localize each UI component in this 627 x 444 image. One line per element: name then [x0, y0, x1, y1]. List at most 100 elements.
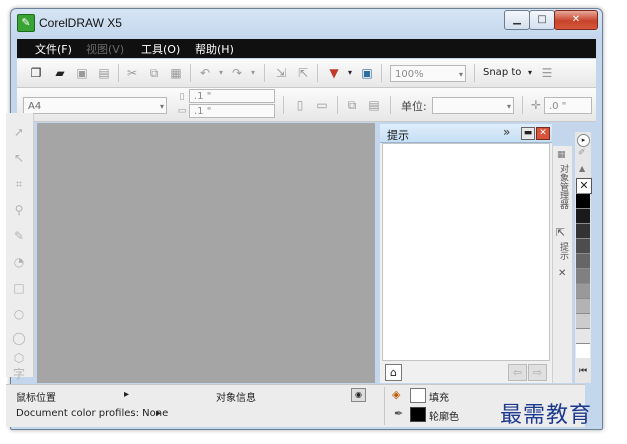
cursor-position-arrow-icon[interactable]: ▸: [124, 389, 129, 400]
fill-label: 填充: [429, 393, 449, 404]
welcome-screen-icon[interactable]: ▣: [360, 66, 374, 80]
toolbar-separator: [390, 96, 391, 114]
minimize-docker-icon[interactable]: ▬: [521, 127, 535, 140]
status-separator: [384, 387, 385, 425]
outline-label: 轮廓色: [429, 412, 459, 423]
nudge-y-field[interactable]: .1 ": [189, 104, 275, 118]
nudge-x-field[interactable]: .1 ": [189, 89, 275, 103]
color-swatch[interactable]: [576, 223, 590, 238]
color-swatch[interactable]: [576, 208, 590, 223]
forward-arrow-icon[interactable]: ⇨: [528, 364, 547, 381]
snap-dropdown-icon[interactable]: ▾: [523, 66, 537, 80]
property-bar: A4 ▾ ▯ .1 " ▭ .1 " ▯ ▭ ⧉ ▤ 单位: ▾ ✛ .0 ": [17, 88, 596, 122]
object-info-icon[interactable]: ◉: [351, 388, 366, 402]
object-info-label: 对象信息: [216, 393, 256, 404]
text-tool-icon[interactable]: 字: [12, 367, 26, 381]
freehand-tool-icon[interactable]: ✎: [12, 229, 26, 243]
cut-icon[interactable]: ✂: [125, 66, 139, 80]
units-label: 单位:: [401, 100, 427, 113]
offset-value: .0 ": [549, 101, 567, 112]
color-swatch[interactable]: [576, 193, 590, 208]
chevron-down-icon: ▾: [458, 70, 463, 79]
title-bar[interactable]: ✎ CorelDRAW X5 ▁ □ ✕: [11, 9, 602, 37]
landscape-icon[interactable]: ▭: [315, 98, 329, 112]
menu-help[interactable]: 帮助(H): [195, 41, 234, 57]
color-swatch[interactable]: [576, 268, 590, 283]
redo-dropdown-icon[interactable]: ▾: [246, 66, 260, 80]
color-profiles-arrow-icon[interactable]: ▸: [156, 408, 161, 419]
docker-side-tabs: ▦ 对象管理器 ⇱ 提示 ✕: [552, 146, 572, 383]
crop-tool-icon[interactable]: ⌗: [12, 177, 26, 191]
page-size-dropdown[interactable]: A4 ▾: [23, 97, 167, 114]
rectangle-tool-icon[interactable]: □: [12, 281, 26, 295]
menu-file[interactable]: 文件(F): [35, 41, 72, 57]
close-tab-icon[interactable]: ✕: [558, 268, 566, 279]
toolbar-separator: [283, 96, 284, 114]
snap-to-button[interactable]: Snap to: [483, 67, 521, 78]
basic-shapes-tool-icon[interactable]: ⬡: [12, 351, 26, 365]
tab-hints[interactable]: 提示: [557, 242, 570, 260]
menu-tools[interactable]: 工具(O): [141, 41, 180, 57]
back-arrow-icon[interactable]: ⇦: [508, 364, 527, 381]
undo-icon[interactable]: ↶: [198, 66, 212, 80]
color-swatch[interactable]: [576, 328, 590, 343]
expand-docker-icon[interactable]: »: [503, 125, 510, 139]
drawing-canvas[interactable]: [37, 123, 375, 383]
fill-color-swatch[interactable]: [410, 388, 426, 403]
export-icon[interactable]: ⇱: [296, 66, 310, 80]
close-button[interactable]: ✕: [554, 10, 598, 30]
save-icon[interactable]: ▣: [75, 66, 89, 80]
color-swatch[interactable]: [576, 238, 590, 253]
docker-content-area: [382, 143, 550, 361]
smart-fill-tool-icon[interactable]: ◔: [12, 255, 26, 269]
home-icon[interactable]: ⌂: [385, 364, 402, 381]
zoom-tool-icon[interactable]: ⚲: [12, 203, 26, 217]
ellipse-tool-icon[interactable]: ○: [12, 307, 26, 321]
zoom-level-dropdown[interactable]: 100% ▾: [390, 65, 466, 82]
hints-docker: 提示 » ▬ ✕ ⌂ ⇦ ⇨: [380, 124, 552, 383]
units-dropdown[interactable]: ▾: [432, 97, 514, 114]
palette-menu-icon[interactable]: ▸: [577, 134, 590, 147]
current-page-icon[interactable]: ▤: [367, 98, 381, 112]
print-icon[interactable]: ▤: [97, 66, 111, 80]
toolbar-separator: [522, 96, 523, 114]
docker-title: 提示: [387, 129, 409, 142]
color-swatch[interactable]: [576, 313, 590, 328]
object-manager-tab-icon: ▦: [557, 150, 566, 160]
eyedropper-icon[interactable]: ✐: [578, 148, 586, 158]
import-icon[interactable]: ⇲: [274, 66, 288, 80]
all-pages-icon[interactable]: ⧉: [345, 98, 359, 112]
color-profiles-label[interactable]: Document color profiles: None: [16, 408, 168, 419]
no-color-swatch[interactable]: ✕: [576, 178, 592, 194]
undo-dropdown-icon[interactable]: ▾: [214, 66, 228, 80]
page-width-icon: ▯: [179, 92, 185, 102]
color-swatch[interactable]: [576, 283, 590, 298]
pick-tool-icon[interactable]: ➚: [12, 125, 26, 139]
color-swatch[interactable]: [576, 343, 590, 358]
new-document-icon[interactable]: ❐: [29, 66, 43, 80]
options-icon[interactable]: ☰: [540, 66, 554, 80]
outline-color-swatch[interactable]: [410, 407, 426, 422]
watermark-text: 最需教育: [500, 403, 593, 428]
color-swatch[interactable]: [576, 253, 590, 268]
open-folder-icon[interactable]: ▰: [53, 66, 67, 80]
shape-tool-icon[interactable]: ↖: [12, 151, 26, 165]
window-title: CorelDRAW X5: [39, 16, 122, 30]
application-launcher-icon[interactable]: ▼: [327, 66, 341, 80]
scroll-up-icon[interactable]: ▲: [579, 164, 585, 173]
tab-object-manager[interactable]: 对象管理器: [557, 164, 570, 209]
redo-icon[interactable]: ↷: [230, 66, 244, 80]
offset-field[interactable]: .0 ": [544, 97, 592, 114]
copy-icon[interactable]: ⧉: [147, 66, 161, 80]
minimize-button[interactable]: ▁: [504, 10, 530, 30]
menu-view[interactable]: 视图(V): [86, 41, 124, 57]
launcher-dropdown-icon[interactable]: ▾: [343, 66, 357, 80]
zoom-level-value: 100%: [395, 69, 424, 80]
polygon-tool-icon[interactable]: ◯: [12, 331, 26, 345]
close-docker-icon[interactable]: ✕: [536, 127, 550, 140]
scroll-end-icon[interactable]: ⏮: [579, 366, 587, 376]
paste-icon[interactable]: ▦: [169, 66, 183, 80]
portrait-icon[interactable]: ▯: [293, 98, 307, 112]
maximize-button[interactable]: □: [529, 10, 555, 30]
color-swatch[interactable]: [576, 298, 590, 313]
